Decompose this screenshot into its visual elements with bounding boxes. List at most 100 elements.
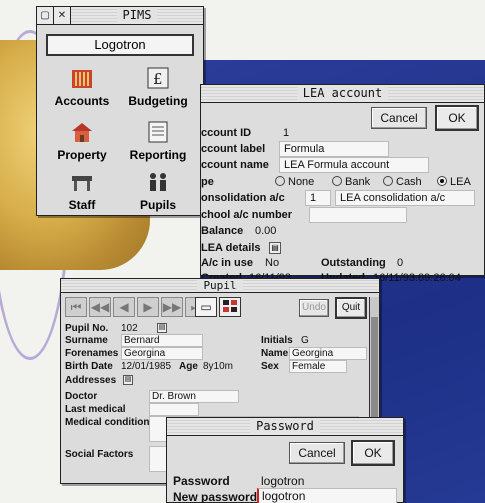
budgeting-app[interactable]: £ Budgeting [123, 65, 193, 108]
radio-selected-icon [437, 176, 447, 186]
pupil-titlebar[interactable]: Pupil [61, 279, 379, 293]
password-titlebar[interactable]: Password [167, 418, 403, 436]
pims-titlebar[interactable]: ▢ ✕ PIMS [37, 7, 203, 25]
budgeting-label: Budgeting [128, 94, 188, 108]
rewind-icon: ◀◀ [90, 300, 110, 314]
lea-details-menu-icon[interactable]: ▤ [269, 242, 281, 254]
back-icon[interactable]: ▢ [37, 7, 54, 24]
consolidation-name-field: LEA consolidation a/c [335, 190, 475, 206]
lea-account-window: LEA account Cancel OK ccount ID 1 ccount… [200, 84, 485, 284]
reporting-app[interactable]: Reporting [123, 119, 193, 162]
type-cash-option[interactable]: Cash [383, 176, 422, 188]
accounts-app[interactable]: Accounts [47, 65, 117, 108]
new-password-field[interactable]: logotron [257, 488, 397, 503]
birth-date-value: 12/01/1985 [121, 361, 172, 372]
password-label: Password [173, 474, 230, 488]
lea-title: LEA account [201, 85, 484, 102]
addresses-menu-icon[interactable]: ▤ [123, 375, 133, 385]
initials-label: Initials [261, 335, 293, 346]
sex-field[interactable]: Female [289, 360, 347, 373]
accounts-icon [69, 65, 95, 91]
initials-value: G [301, 335, 309, 346]
reporting-icon [145, 119, 171, 145]
staff-app[interactable]: Staff [47, 169, 117, 212]
sex-label: Sex [261, 361, 279, 372]
age-value: 8y10m [203, 361, 234, 372]
radio-icon [275, 176, 285, 186]
school-ac-field[interactable] [309, 207, 407, 223]
new-password-label: New password [173, 490, 258, 503]
type-label: pe [201, 176, 214, 188]
consolidation-label: onsolidation a/c [201, 192, 285, 204]
first-icon: ⏮ [70, 299, 82, 314]
next-icon: ▶ [143, 300, 153, 314]
radio-icon [383, 176, 393, 186]
quit-button[interactable]: Quit [335, 297, 367, 319]
form-view-button[interactable] [219, 297, 241, 317]
password-title: Password [167, 418, 403, 435]
form-view-icon [223, 299, 237, 315]
next-record-button[interactable]: ▶ [137, 297, 159, 317]
property-label: Property [57, 148, 107, 162]
property-app[interactable]: Property [47, 119, 117, 162]
undo-button[interactable]: Undo [299, 299, 329, 317]
account-name-field[interactable]: LEA Formula account [279, 157, 429, 173]
reporting-label: Reporting [129, 148, 187, 162]
budgeting-icon: £ [145, 65, 171, 91]
staff-label: Staff [68, 198, 96, 212]
type-lea-option[interactable]: LEA [437, 176, 471, 188]
outstanding-label: Outstanding [321, 257, 386, 269]
type-bank-option[interactable]: Bank [332, 176, 370, 188]
lea-details-label: LEA details [201, 242, 261, 254]
ac-in-use-value: No [265, 257, 280, 269]
birth-date-label: Birth Date [65, 361, 113, 372]
ac-in-use-label: A/c in use [201, 257, 253, 269]
social-factors-label: Social Factors [65, 449, 134, 460]
type-none-option[interactable]: None [275, 176, 314, 188]
surname-field[interactable]: Bernard [121, 334, 203, 347]
password-window: Password Cancel OK Password logotron New… [166, 417, 404, 503]
last-medical-field[interactable] [149, 403, 199, 416]
name-field[interactable]: Georgina [289, 347, 367, 360]
property-icon [69, 119, 95, 145]
previous-record-button[interactable]: ◀ [113, 297, 135, 317]
password-value: logotron [261, 474, 305, 488]
outstanding-value: 0 [397, 257, 404, 269]
blank-page-icon: ▭ [200, 300, 212, 314]
logotron-banner: Logotron [46, 34, 194, 56]
close-icon[interactable]: ✕ [54, 7, 71, 24]
balance-label: Balance [201, 225, 244, 237]
previous-page-button[interactable]: ◀◀ [89, 297, 111, 317]
age-label: Age [179, 361, 198, 372]
consolidation-id-field[interactable]: 1 [305, 190, 331, 206]
pims-title: PIMS [71, 7, 203, 24]
pupils-icon [145, 169, 171, 195]
password-cancel-button[interactable]: Cancel [289, 442, 345, 464]
school-ac-label: chool a/c number [201, 209, 293, 221]
medical-condition-label: Medical condition [65, 417, 150, 428]
pims-window: ▢ ✕ PIMS Logotron Accounts £ Budgeting P… [36, 6, 204, 216]
lea-ok-button[interactable]: OK [435, 105, 479, 131]
type-lea-label: LEA [450, 176, 471, 188]
account-id-label: ccount ID [201, 127, 252, 139]
first-record-button[interactable]: ⏮ [65, 297, 87, 317]
staff-icon [69, 169, 95, 195]
type-cash-label: Cash [396, 176, 422, 188]
pupil-no-value: 102 [121, 323, 138, 334]
pupil-no-menu-icon[interactable]: ▤ [157, 323, 167, 333]
next-page-button[interactable]: ▶▶ [161, 297, 183, 317]
name-label: Name [261, 348, 289, 359]
doctor-field[interactable]: Dr. Brown [149, 390, 239, 403]
account-label-field[interactable]: Formula [279, 141, 389, 157]
account-name-label: ccount name [201, 159, 269, 171]
lea-titlebar[interactable]: LEA account [201, 85, 484, 103]
addresses-label: Addresses [65, 375, 117, 386]
new-record-button[interactable]: ▭ [195, 297, 217, 317]
pupils-app[interactable]: Pupils [123, 169, 193, 212]
account-label-label: ccount label [201, 143, 266, 155]
previous-icon: ◀ [119, 300, 129, 314]
password-ok-button[interactable]: OK [351, 440, 395, 466]
forenames-field[interactable]: Georgina [121, 347, 203, 360]
accounts-label: Accounts [54, 94, 110, 108]
lea-cancel-button[interactable]: Cancel [371, 107, 427, 129]
